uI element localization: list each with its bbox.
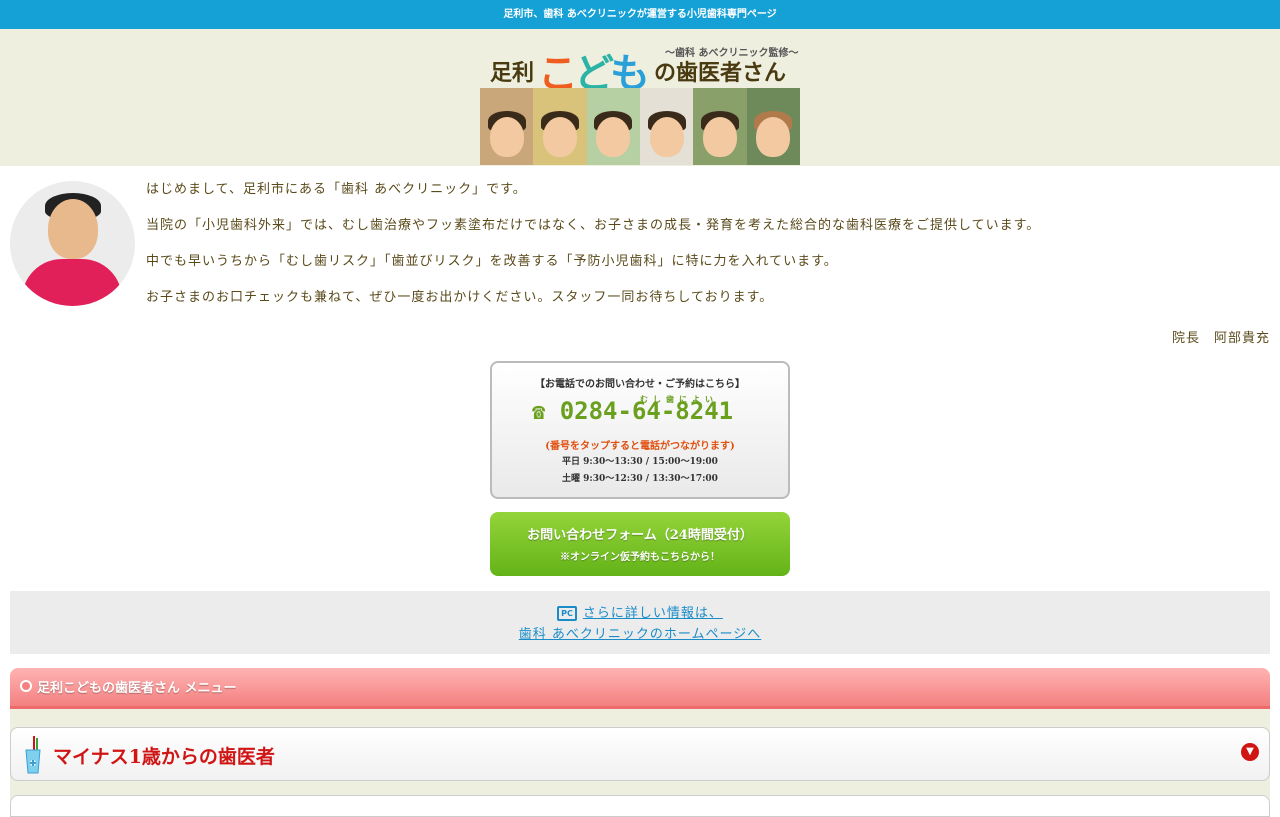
menu-header: 足利こどもの歯医者さん メニュー xyxy=(10,668,1270,709)
staff-photo xyxy=(586,88,640,165)
director-signature: 院長 阿部貴充 xyxy=(1171,331,1270,346)
top-banner: 足利市、歯科 あべクリニックが運営する小児歯科専門ページ xyxy=(0,0,1280,29)
logo-text: 〜歯科 あべクリニック監修〜 足利 こども の歯医者さん xyxy=(490,41,798,97)
child-photo xyxy=(480,88,534,165)
homepage-link-box: PC さらに詳しい情報は、 歯科 あべクリニックのホームページへ xyxy=(10,591,1270,654)
chevron-down-icon[interactable]: ▼ xyxy=(1241,743,1259,761)
toothbrush-cup-icon xyxy=(25,736,41,774)
site-logo[interactable]: 〜歯科 あべクリニック監修〜 足利 こども の歯医者さん xyxy=(480,37,800,166)
site-header: 〜歯科 あべクリニック監修〜 足利 こども の歯医者さん xyxy=(0,29,1280,166)
phone-contact-box: 【お電話でのお問い合わせ・ご予約はこちら】 むし歯によい ☎ 0284-64-8… xyxy=(490,361,790,499)
homepage-link-line2[interactable]: 歯科 あべクリニックのホームページへ xyxy=(519,627,761,642)
menu-title: 足利こどもの歯医者さん メニュー xyxy=(37,681,237,696)
menu-item-next[interactable] xyxy=(10,795,1270,817)
menu-item-label: マイナス1歳からの歯医者 xyxy=(53,746,275,768)
menu-item-minus-one-year[interactable]: マイナス1歳からの歯医者 ▼ xyxy=(10,727,1270,781)
intro-paragraph: 当院の「小児歯科外来」では、むし歯治療やフッ素塗布だけではなく、お子さまの成長・… xyxy=(146,218,1041,233)
top-banner-text: 足利市、歯科 あべクリニックが運営する小児歯科専門ページ xyxy=(503,9,777,20)
intro-paragraph: お子さまのお口チェックも兼ねて、ぜひ一度お出かけください。スタッフ一同お待ちして… xyxy=(146,290,774,305)
contact-form-button-sublabel: ※オンライン仮予約もこちらから！ xyxy=(560,552,720,563)
phone-icon: ☎ xyxy=(532,400,546,425)
logo-prefix: 足利 xyxy=(490,60,535,86)
phone-tap-note: (番号をタップすると電話がつながります) xyxy=(545,441,735,452)
phone-box-title: 【お電話でのお問い合わせ・ご予約はこちら】 xyxy=(535,379,745,390)
contact-form-button[interactable]: お問い合わせフォーム（24時間受付） ※オンライン仮予約もこちらから！ xyxy=(490,512,790,576)
site-menu: 足利こどもの歯医者さん メニュー マイナス1歳からの歯医者 ▼ xyxy=(10,668,1270,817)
child-photo xyxy=(639,88,694,165)
intro-text: はじめまして、足利市にある「歯科 あべクリニック」です。 当院の「小児歯科外来」… xyxy=(146,181,1270,325)
circle-bullet-icon xyxy=(20,680,32,692)
pc-icon: PC xyxy=(557,606,577,621)
child-photo xyxy=(533,88,587,165)
intro-paragraph: はじめまして、足利市にある「歯科 あべクリニック」です。 xyxy=(146,182,527,197)
homepage-link-line1[interactable]: さらに詳しい情報は、 xyxy=(583,606,723,621)
contact-form-button-label: お問い合わせフォーム（24時間受付） xyxy=(527,528,753,543)
hours-saturday: 土曜 9:30～12:30 / 13:30～17:00 xyxy=(562,474,718,484)
logo-suffix: の歯医者さん xyxy=(654,60,787,86)
director-avatar xyxy=(10,181,135,306)
phone-number[interactable]: 0284-64-8241 xyxy=(560,397,733,425)
children-photo-strip xyxy=(480,88,800,165)
staff-photo xyxy=(693,88,747,165)
child-photo xyxy=(746,88,800,165)
phone-number-link[interactable]: ☎ 0284-64-8241 xyxy=(532,397,733,425)
office-hours: 平日 9:30～13:30 / 15:00～19:00 土曜 9:30～12:3… xyxy=(492,454,788,488)
hours-weekday: 平日 9:30～13:30 / 15:00～19:00 xyxy=(562,457,718,467)
intro-paragraph: 中でも早いうちから「むし歯リスク」「歯並びリスク」を改善する「予防小児歯科」に特… xyxy=(146,254,838,269)
